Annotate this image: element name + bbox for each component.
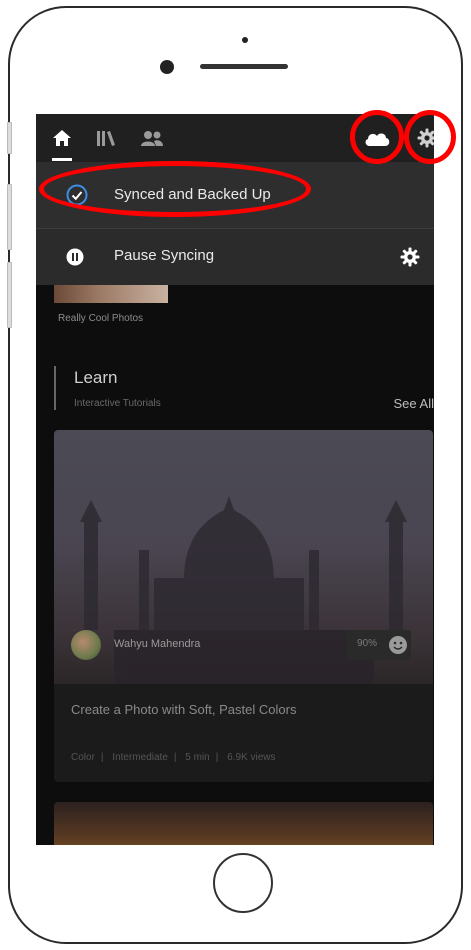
section-accent-bar — [54, 366, 56, 410]
tag: 6.9K views — [227, 752, 276, 763]
album-label: Really Cool Photos — [58, 313, 144, 324]
tag-separator: | — [100, 752, 104, 763]
pause-icon — [66, 248, 84, 266]
smiley-icon — [389, 636, 407, 654]
front-camera — [242, 37, 248, 43]
see-all-link[interactable]: See All — [394, 396, 434, 411]
library-icon[interactable] — [92, 126, 120, 150]
learn-title: Learn — [74, 368, 118, 387]
tutorial-tags: Color | Intermediate | 5 min | 6.9K views — [71, 752, 281, 763]
tutorial-title: Create a Photo with Soft, Pastel Colors — [71, 702, 297, 717]
mute-switch — [7, 122, 12, 154]
tag-separator: | — [215, 752, 219, 763]
highlight-settings-icon — [404, 110, 456, 164]
rating-percentage: 90% — [357, 638, 378, 649]
home-icon[interactable] — [50, 126, 74, 150]
highlight-cloud-icon — [350, 110, 404, 164]
active-tab-indicator — [52, 158, 72, 161]
author-name[interactable]: Wahyu Mahendra — [114, 638, 200, 650]
highlight-sync-status — [39, 161, 311, 217]
avatar[interactable] — [71, 630, 101, 660]
pause-syncing-label: Pause Syncing — [114, 247, 215, 264]
rating-pill: 90% — [347, 630, 411, 660]
album-thumbnail[interactable] — [54, 285, 168, 303]
proximity-sensor — [160, 60, 174, 74]
volume-down-button — [7, 262, 12, 328]
people-icon[interactable] — [138, 126, 166, 150]
home-button[interactable] — [213, 853, 273, 913]
tag: 5 min — [185, 752, 210, 763]
next-tutorial-card[interactable] — [54, 802, 433, 845]
sync-settings-gear-icon[interactable] — [400, 247, 420, 267]
tutorial-card[interactable]: Wahyu Mahendra 90% Create a Photo with S… — [54, 430, 433, 782]
pause-syncing-row[interactable]: Pause Syncing — [36, 229, 434, 285]
tag-separator: | — [173, 752, 177, 763]
earpiece-speaker — [200, 64, 288, 69]
learn-subtitle: Interactive Tutorials — [74, 398, 161, 409]
tag: Intermediate — [112, 752, 168, 763]
volume-up-button — [7, 184, 12, 250]
app-screen: Synced and Backed Up Pause Syncing Reall… — [36, 114, 434, 845]
tag: Color — [71, 752, 95, 763]
